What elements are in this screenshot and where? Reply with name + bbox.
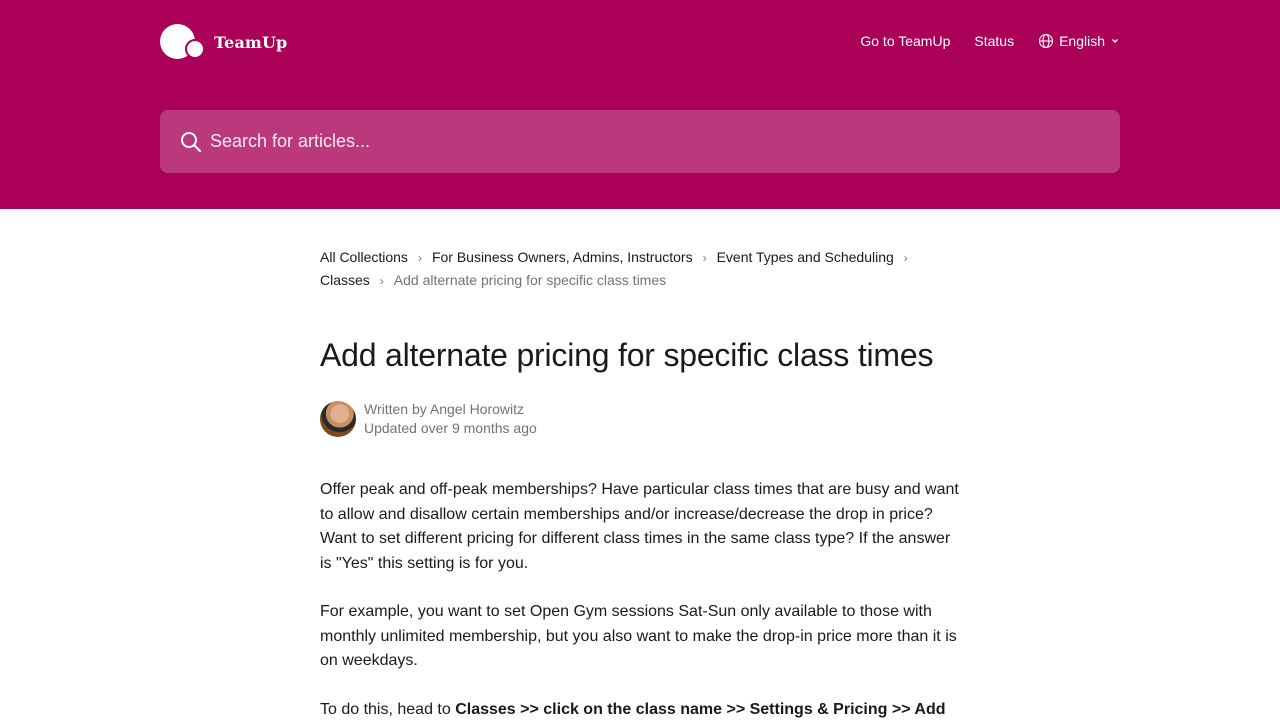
- author-info: Written by Angel Horowitz Updated over 9…: [320, 400, 960, 438]
- breadcrumb-current: Add alternate pricing for specific class…: [393, 272, 667, 288]
- search-icon: [181, 131, 202, 152]
- globe-icon: [1039, 33, 1054, 49]
- search-bar[interactable]: [160, 110, 1120, 173]
- paragraph-text: To do this, head to: [320, 700, 456, 718]
- site-header: TeamUp Go to TeamUp Status English: [0, 0, 1280, 209]
- article-paragraph: Offer peak and off-peak memberships? Hav…: [320, 481, 959, 572]
- updated-time: Updated over 9 months ago: [364, 420, 537, 436]
- breadcrumb-business-owners[interactable]: For Business Owners, Admins, Instructors: [432, 249, 693, 265]
- breadcrumb-event-types[interactable]: Event Types and Scheduling: [717, 249, 894, 265]
- language-label: English: [1059, 33, 1105, 49]
- top-bar: TeamUp Go to TeamUp Status English: [160, 0, 1120, 60]
- logo[interactable]: TeamUp: [160, 24, 287, 60]
- navigation-path-text: Classes >> click on the class name >> Se…: [455, 700, 946, 718]
- header-nav: Go to TeamUp Status English: [860, 33, 1120, 49]
- author-line: Written by Angel Horowitz: [364, 401, 525, 417]
- chevron-right-icon: ›: [702, 251, 707, 265]
- breadcrumb: All Collections › For Business Owners, Adm…: [320, 246, 960, 292]
- article-container: All Collections › For Business Owners, Adm…: [320, 209, 960, 720]
- breadcrumb-all-collections[interactable]: All Collections: [320, 249, 408, 265]
- chevron-right-icon: ›: [379, 274, 384, 288]
- chevron-right-icon: ›: [417, 251, 422, 265]
- teamup-logo-icon: [160, 24, 206, 60]
- status-link[interactable]: Status: [974, 33, 1014, 49]
- breadcrumb-classes[interactable]: Classes: [320, 272, 370, 288]
- article-paragraph: For example, you want to set Open Gym se…: [320, 603, 957, 669]
- chevron-right-icon: ›: [903, 251, 908, 265]
- go-to-teamup-link[interactable]: Go to TeamUp: [860, 33, 950, 49]
- chevron-down-icon: [1112, 39, 1118, 43]
- article-title: Add alternate pricing for specific class…: [320, 337, 934, 373]
- article-paragraph: To do this, head to Classes >> click on …: [320, 698, 960, 720]
- article-body: Offer peak and off-peak memberships? Hav…: [320, 478, 960, 720]
- language-selector[interactable]: English: [1038, 33, 1120, 49]
- logo-text: TeamUp: [214, 32, 288, 52]
- avatar: [320, 401, 356, 437]
- search-input[interactable]: [210, 131, 1090, 152]
